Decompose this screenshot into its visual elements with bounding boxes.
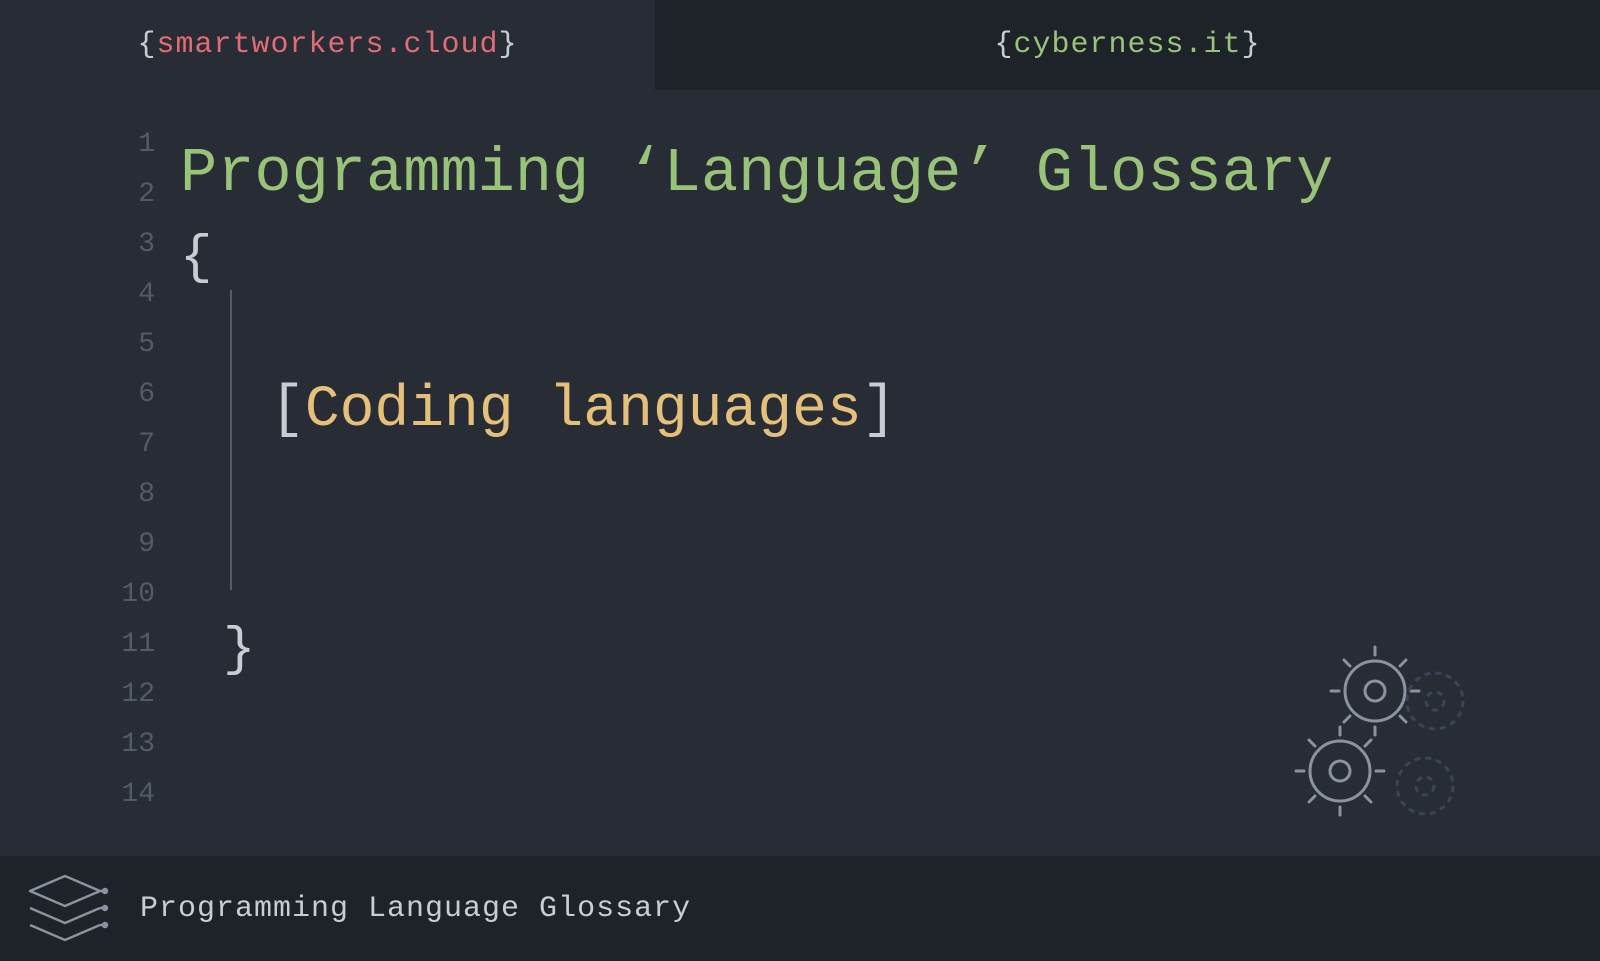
bracket-open: [ [270,378,305,443]
footer-bar: Programming Language Glossary [0,856,1600,961]
line-number: 2 [100,170,155,220]
tab-left-label: smartworkers.cloud [156,28,498,62]
line-number: 5 [100,320,155,370]
bracket-close: ] [862,378,897,443]
tab-bar: {smartworkers.cloud} {cyberness.it} [0,0,1600,90]
indent-guide [230,290,232,590]
line-number: 7 [100,420,155,470]
line-number: 6 [100,370,155,420]
gears-icon [1270,631,1500,831]
tab-right-label: cyberness.it [1013,28,1241,62]
brace-close-icon: } [499,28,518,62]
brace-open-icon: { [137,28,156,62]
brace-close-icon: } [1242,28,1261,62]
line-number: 9 [100,520,155,570]
subtitle: [Coding languages] [270,378,897,443]
line-number: 1 [100,120,155,170]
line-number: 14 [100,770,155,820]
open-brace: { [180,228,212,289]
page-title: Programming ‘Language’ Glossary [180,138,1333,209]
close-brace: } [223,620,255,681]
subtitle-text: Coding languages [305,378,862,443]
brace-open-icon: { [994,28,1013,62]
footer-title: Programming Language Glossary [140,892,691,926]
tab-smartworkers[interactable]: {smartworkers.cloud} [0,0,655,90]
line-number: 4 [100,270,155,320]
tab-cyberness[interactable]: {cyberness.it} [655,0,1600,90]
line-number: 3 [100,220,155,270]
line-number: 13 [100,720,155,770]
layers-icon [20,871,110,946]
line-number: 10 [100,570,155,620]
line-gutter: 1 2 3 4 5 6 7 8 9 10 11 12 13 14 [100,120,175,820]
line-number: 8 [100,470,155,520]
line-number: 11 [100,620,155,670]
line-number: 12 [100,670,155,720]
